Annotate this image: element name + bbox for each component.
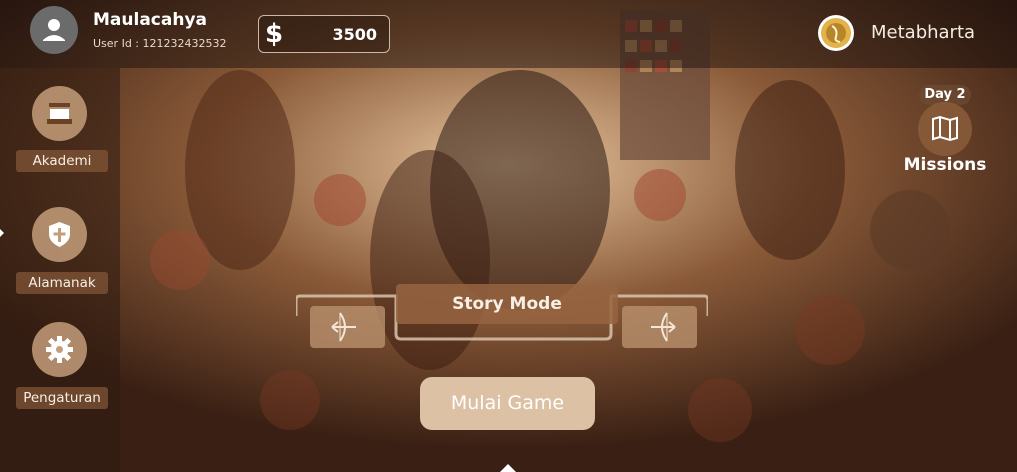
sidebar-item-label: Alamanak [16,272,108,294]
bottom-drawer-handle-icon[interactable] [500,464,516,472]
wayang-logo-icon [821,18,851,48]
start-game-button[interactable]: Mulai Game [420,377,595,430]
currency-amount: 3500 [332,25,377,44]
bow-left-icon [331,312,356,342]
dollar-icon: $ [265,19,284,49]
gear-icon [46,336,73,363]
sidebar-item-pengaturan[interactable] [32,322,87,377]
bow-right-icon [651,312,676,342]
shield-icon [49,222,70,247]
mode-prev-button[interactable] [310,306,385,348]
brand-name: Metabharta [871,22,976,43]
map-icon [932,115,958,142]
currency-display: $ 3500 [258,15,390,53]
building-icon [47,103,72,124]
brand-logo [818,15,854,51]
mode-label: Story Mode [396,284,618,324]
mode-next-button[interactable] [622,306,697,348]
missions-button[interactable] [918,102,972,156]
sidebar-item-label: Akademi [16,150,108,172]
left-edge-handle-icon[interactable] [0,229,4,237]
sidebar-item-label: Pengaturan [16,387,108,409]
sidebar-item-akademi[interactable] [32,86,87,141]
sidebar-item-alamanak[interactable] [32,207,87,262]
username: Maulacahya [93,10,207,30]
avatar[interactable] [30,6,78,54]
missions-label: Missions [903,155,987,175]
user-icon [43,19,65,41]
user-id: User Id : 121232432532 [93,37,227,50]
